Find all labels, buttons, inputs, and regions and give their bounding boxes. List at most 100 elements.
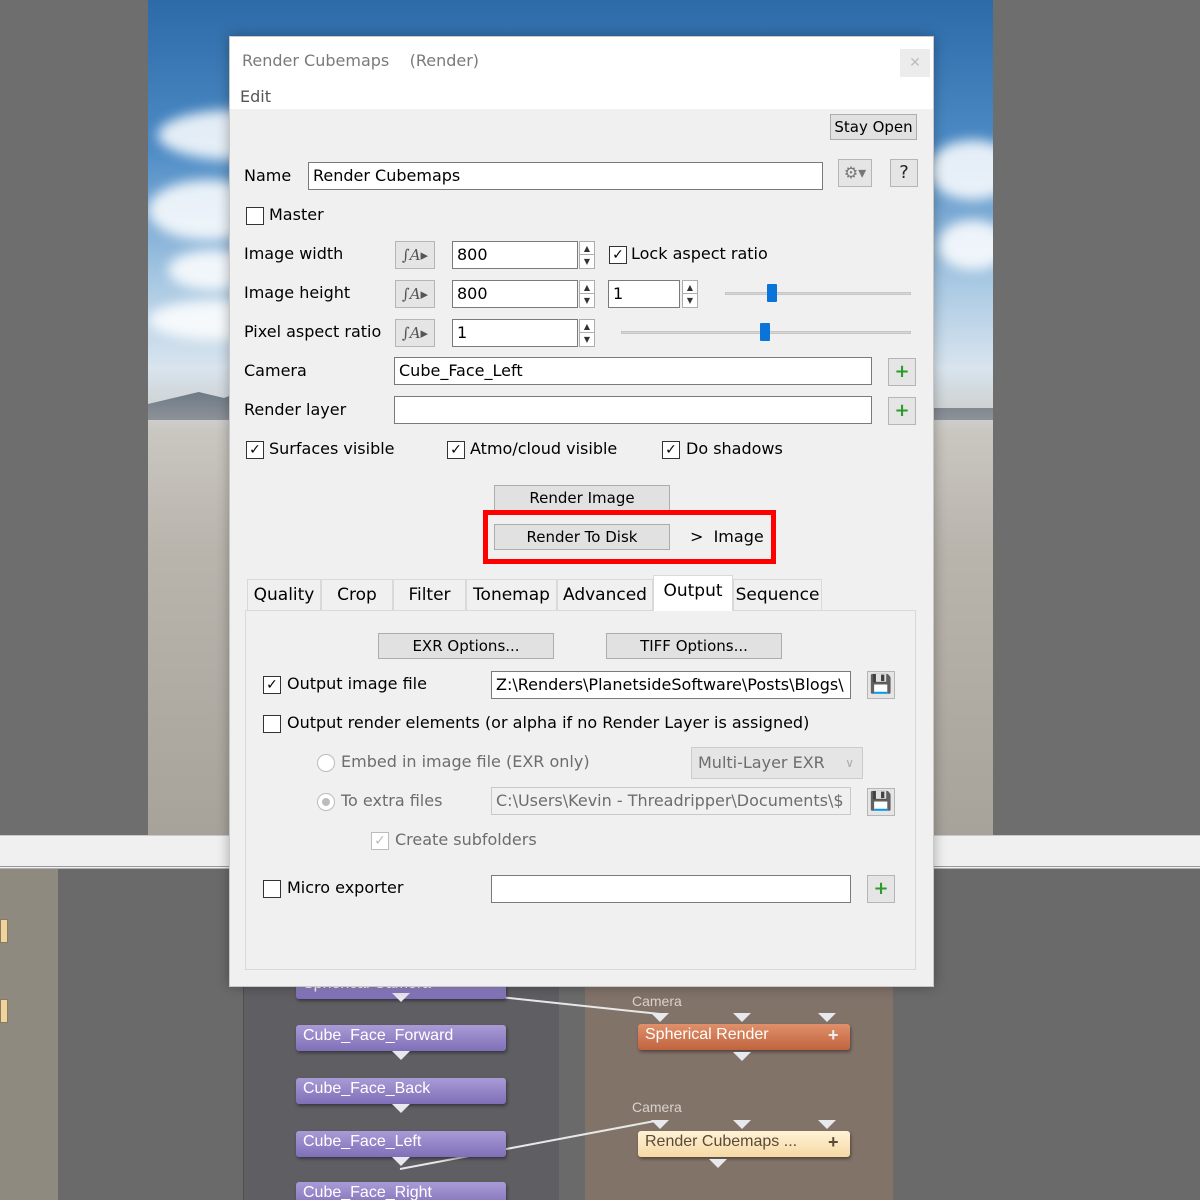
node-cube-face-right[interactable]: Cube_Face_Right	[296, 1182, 506, 1200]
surfaces-visible-checkbox[interactable]: ✓	[246, 441, 264, 459]
output-image-file-path[interactable]: Z:\Renders\PlanetsideSoftware\Posts\Blog…	[491, 671, 851, 699]
aspect-ratio-spinner[interactable]: ▲ ▼	[682, 280, 698, 308]
output-tab-panel: EXR Options... TIFF Options... ✓ Output …	[245, 610, 916, 970]
render-image-button[interactable]: Render Image	[494, 485, 670, 511]
tab-filter[interactable]: Filter	[393, 579, 466, 611]
port-label-camera: Camera	[632, 993, 682, 1009]
image-height-label: Image height	[244, 283, 351, 302]
node-cube-face-forward[interactable]: Cube_Face_Forward	[296, 1025, 506, 1051]
output-image-file-label: Output image file	[287, 674, 427, 693]
output-render-elements-checkbox[interactable]	[263, 715, 281, 733]
output-image-file-checkbox[interactable]: ✓	[263, 676, 281, 694]
dialog-titlebar[interactable]: Render Cubemaps (Render) ✕	[230, 37, 933, 85]
add-render-layer-icon[interactable]: +	[888, 397, 916, 425]
aspect-ratio-field[interactable]: 1	[608, 280, 680, 308]
extra-files-path[interactable]: C:\Users\Kevin - Threadripper\Documents\…	[491, 787, 851, 815]
pixel-aspect-slider-thumb[interactable]	[760, 323, 770, 341]
port-label-camera: Camera	[632, 1099, 682, 1115]
camera-field[interactable]: Cube_Face_Left	[394, 357, 872, 385]
tab-quality[interactable]: Quality	[247, 579, 321, 611]
micro-exporter-checkbox[interactable]	[263, 880, 281, 898]
tiff-options-button[interactable]: TIFF Options...	[606, 633, 782, 659]
save-icon[interactable]: 💾	[867, 788, 895, 816]
image-height-field[interactable]: 800	[452, 280, 578, 308]
atmo-visible-label: Atmo/cloud visible	[470, 439, 618, 458]
node-output-port[interactable]	[733, 1052, 751, 1061]
embed-radio[interactable]	[317, 754, 335, 772]
menu-bar: Edit	[230, 85, 933, 109]
create-subfolders-checkbox[interactable]: ✓	[371, 832, 389, 850]
image-width-spinner[interactable]: ▲ ▼	[579, 241, 595, 269]
do-shadows-label: Do shadows	[686, 439, 783, 458]
tab-sequence[interactable]: Sequence	[733, 579, 822, 611]
do-shadows-checkbox[interactable]: ✓	[662, 441, 680, 459]
extra-files-label: To extra files	[341, 791, 443, 810]
close-icon[interactable]: ✕	[900, 49, 930, 77]
node-input-port[interactable]	[651, 1120, 669, 1129]
pixel-aspect-spinner[interactable]: ▲ ▼	[579, 319, 595, 347]
camera-label: Camera	[244, 361, 307, 380]
help-button[interactable]: ?	[890, 159, 918, 187]
surfaces-visible-label: Surfaces visible	[269, 439, 395, 458]
node-output-port[interactable]	[392, 993, 410, 1002]
create-subfolders-label: Create subfolders	[395, 830, 537, 849]
node-output-port[interactable]	[392, 1051, 410, 1060]
micro-exporter-field[interactable]	[491, 875, 851, 903]
node-input-port[interactable]	[818, 1120, 836, 1129]
aspect-slider-track[interactable]	[725, 292, 911, 295]
node-input-port[interactable]	[733, 1013, 751, 1022]
master-label: Master	[269, 205, 324, 224]
render-to-disk-target: > Image	[690, 527, 764, 546]
function-icon[interactable]: ∫A▸	[395, 241, 435, 269]
add-micro-exporter-icon[interactable]: +	[867, 875, 895, 903]
node-cube-face-left[interactable]: Cube_Face_Left	[296, 1131, 506, 1157]
node-add-icon[interactable]: +	[828, 1026, 844, 1044]
tab-output[interactable]: Output	[653, 575, 733, 611]
node-output-port[interactable]	[392, 1104, 410, 1113]
menu-edit[interactable]: Edit	[240, 87, 271, 106]
node-add-icon[interactable]: +	[828, 1133, 844, 1151]
render-dialog: Render Cubemaps (Render) ✕ Edit Stay Ope…	[229, 36, 934, 987]
image-width-field[interactable]: 800	[452, 241, 578, 269]
exr-options-button[interactable]: EXR Options...	[378, 633, 554, 659]
render-layer-field[interactable]	[394, 396, 872, 424]
stay-open-button[interactable]: Stay Open	[830, 114, 917, 140]
extra-files-radio[interactable]	[317, 793, 335, 811]
image-height-spinner[interactable]: ▲ ▼	[579, 280, 595, 308]
node-render-cubemaps[interactable]: Render Cubemaps ... +	[638, 1131, 850, 1157]
save-icon[interactable]: 💾	[867, 671, 895, 699]
atmo-visible-checkbox[interactable]: ✓	[447, 441, 465, 459]
tab-tonemap[interactable]: Tonemap	[466, 579, 557, 611]
tab-advanced[interactable]: Advanced	[557, 579, 653, 611]
name-field[interactable]: Render Cubemaps	[308, 162, 823, 190]
master-checkbox[interactable]	[246, 207, 264, 225]
render-to-disk-button[interactable]: Render To Disk	[494, 524, 670, 550]
tab-crop[interactable]: Crop	[321, 579, 393, 611]
node-input-port[interactable]	[733, 1120, 751, 1129]
add-camera-icon[interactable]: +	[888, 358, 916, 386]
node-cube-face-back[interactable]: Cube_Face_Back	[296, 1078, 506, 1104]
node-input-port[interactable]	[651, 1013, 669, 1022]
name-label: Name	[244, 166, 292, 185]
pixel-aspect-field[interactable]: 1	[452, 319, 578, 347]
image-width-label: Image width	[244, 244, 344, 263]
lock-aspect-label: Lock aspect ratio	[631, 244, 768, 263]
dialog-title: Render Cubemaps (Render)	[242, 51, 480, 70]
pixel-aspect-label: Pixel aspect ratio	[244, 322, 382, 341]
node-output-port[interactable]	[392, 1157, 410, 1166]
function-icon[interactable]: ∫A▸	[395, 280, 435, 308]
gear-icon[interactable]: ⚙▾	[838, 159, 872, 187]
node-output-port[interactable]	[709, 1159, 727, 1168]
node-spherical-render[interactable]: Spherical Render +	[638, 1024, 850, 1050]
output-render-elements-label: Output render elements (or alpha if no R…	[287, 713, 810, 732]
micro-exporter-label: Micro exporter	[287, 878, 404, 897]
render-layer-label: Render layer	[244, 400, 347, 419]
lock-aspect-checkbox[interactable]: ✓	[609, 246, 627, 264]
aspect-slider-thumb[interactable]	[767, 284, 777, 302]
right-gray-margin	[993, 0, 1200, 835]
function-icon[interactable]: ∫A▸	[395, 319, 435, 347]
node-input-port[interactable]	[818, 1013, 836, 1022]
chevron-down-icon: ∨	[845, 756, 854, 770]
embed-label: Embed in image file (EXR only)	[341, 752, 590, 771]
embed-format-select[interactable]: Multi-Layer EXR ∨	[691, 747, 863, 779]
